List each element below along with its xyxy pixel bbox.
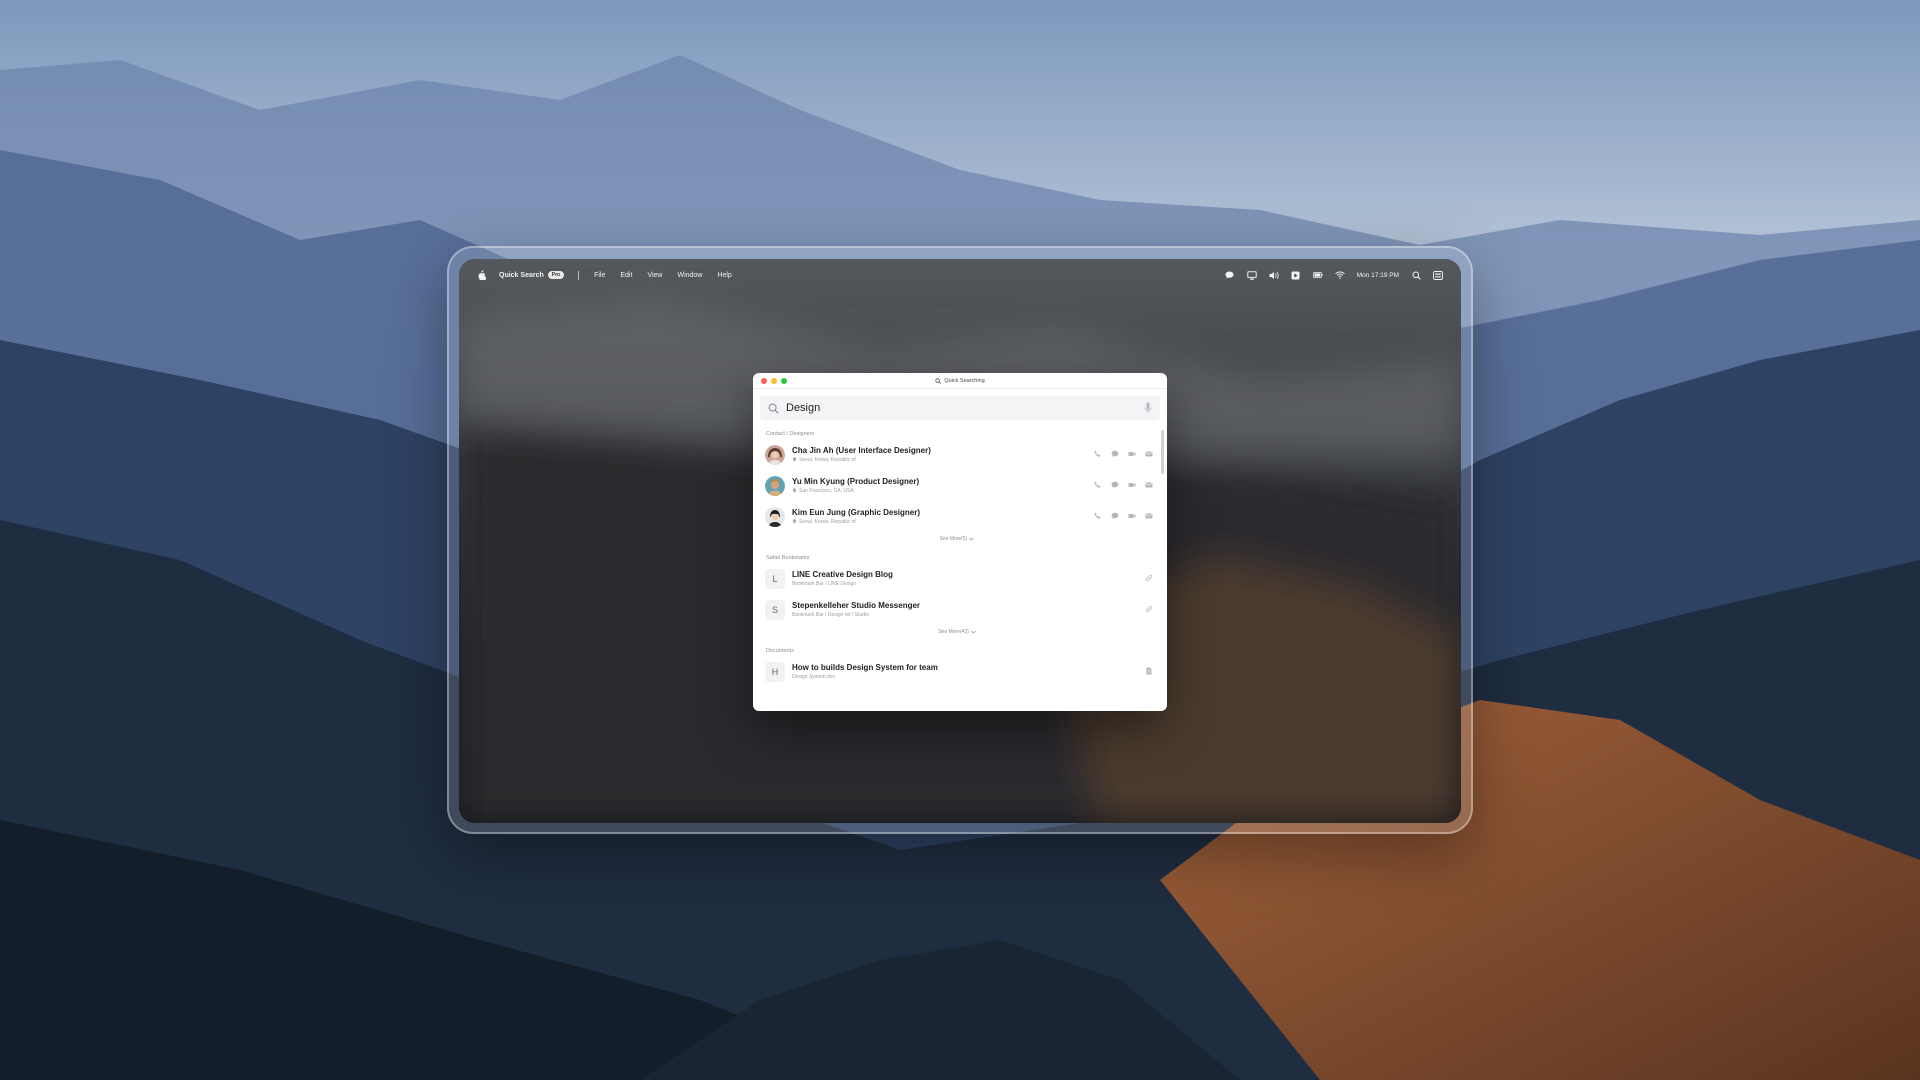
video-call-icon[interactable] (1128, 481, 1136, 489)
menu-edit[interactable]: Edit (620, 272, 632, 279)
search-input[interactable] (786, 402, 1126, 414)
search-bar (760, 396, 1160, 420)
window-title: Quick Searching (944, 377, 985, 384)
bookmark-letter-icon: S (765, 599, 785, 620)
chevron-down-icon (971, 630, 976, 634)
control-center-icon[interactable] (1433, 270, 1443, 280)
close-window-button[interactable] (761, 378, 767, 384)
see-more-contacts-button[interactable]: See More(5) (753, 534, 1161, 544)
status-area: Mon 17:19 PM (1213, 270, 1443, 280)
contact-location-text: San Francisco, CA, USA (799, 487, 854, 494)
chevron-down-icon (969, 537, 975, 541)
bookmark-text: LINE Creative Design Blog Bookmark Bar /… (792, 570, 893, 588)
phone-icon[interactable] (1094, 450, 1102, 458)
bookmark-row[interactable]: L LINE Creative Design Blog Bookmark Bar… (753, 563, 1161, 594)
results-list[interactable]: Contact / Designers Cha Jin Ah (User Int… (753, 420, 1167, 707)
menu-window[interactable]: Window (677, 272, 702, 279)
results-scrollbar[interactable] (1161, 430, 1164, 474)
link-icon[interactable] (1145, 574, 1153, 582)
play-icon[interactable] (1291, 270, 1301, 280)
section-label-documents: Documents (766, 648, 794, 654)
message-icon[interactable] (1111, 481, 1119, 489)
document-title: How to builds Design System for team (792, 662, 938, 672)
contact-actions (1094, 481, 1153, 489)
contact-text: Cha Jin Ah (User Interface Designer) Seo… (792, 446, 931, 464)
message-icon[interactable] (1111, 450, 1119, 458)
see-more-bookmarks-label: See More(43) (938, 629, 969, 635)
quick-search-window: Quick Searching Contact / Designers Cha … (753, 373, 1167, 711)
contact-text: Yu Min Kyung (Product Designer) San Fran… (792, 477, 919, 495)
contact-actions (1094, 512, 1153, 520)
minimize-window-button[interactable] (771, 378, 777, 384)
microphone-icon[interactable] (1144, 402, 1152, 414)
link-icon[interactable] (1145, 605, 1153, 613)
avatar (765, 444, 785, 465)
spotlight-icon[interactable] (1411, 270, 1421, 280)
display-icon[interactable] (1247, 270, 1257, 280)
bookmark-title: LINE Creative Design Blog (792, 569, 893, 579)
contact-text: Kim Eun Jung (Graphic Designer) Seoul, K… (792, 508, 920, 526)
phone-icon[interactable] (1094, 481, 1102, 489)
phone-icon[interactable] (1094, 512, 1102, 520)
bookmark-row[interactable]: S Stepenkelleher Studio Messenger Bookma… (753, 594, 1161, 625)
battery-icon[interactable] (1312, 270, 1323, 280)
location-pin-icon (792, 488, 797, 493)
section-label-contacts: Contact / Designers (766, 431, 815, 437)
volume-icon[interactable] (1269, 270, 1279, 280)
contact-location-text: Seoul, Korea, Republic of (799, 456, 856, 463)
contact-name: Cha Jin Ah (User Interface Designer) (792, 445, 931, 455)
video-call-icon[interactable] (1128, 450, 1136, 458)
contact-location: Seoul, Korea, Republic of (792, 518, 920, 526)
avatar (765, 475, 785, 496)
bookmark-letter-icon: L (765, 568, 785, 589)
message-icon[interactable] (1111, 512, 1119, 520)
window-titlebar[interactable]: Quick Searching (753, 373, 1167, 389)
menu-help[interactable]: Help (717, 272, 731, 279)
document-text: How to builds Design System for team Des… (792, 663, 938, 681)
menu-file[interactable]: File (594, 272, 605, 279)
contact-location: Seoul, Korea, Republic of (792, 456, 931, 464)
document-path: Design System.doc (792, 673, 836, 680)
mail-icon[interactable] (1145, 450, 1153, 458)
contact-name: Yu Min Kyung (Product Designer) (792, 476, 920, 486)
menu-bar: Quick Search Pro File Edit View Window H… (459, 259, 1461, 291)
apple-menu-icon[interactable] (477, 270, 486, 280)
messages-icon[interactable] (1225, 270, 1235, 280)
bookmark-text: Stepenkelleher Studio Messenger Bookmark… (792, 601, 920, 619)
mail-icon[interactable] (1145, 481, 1153, 489)
location-pin-icon (792, 519, 797, 524)
zoom-window-button[interactable] (781, 378, 787, 384)
see-more-bookmarks-button[interactable]: See More(43) (753, 627, 1161, 637)
document-icon[interactable] (1145, 667, 1153, 675)
see-more-contacts-label: See More(5) (939, 536, 968, 542)
video-call-icon[interactable] (1128, 512, 1136, 520)
search-icon (768, 403, 779, 414)
section-label-bookmarks: Safari Bookmarks (766, 555, 810, 561)
bookmark-path: Bookmark Bar / LINE Design (792, 580, 856, 587)
mail-icon[interactable] (1145, 512, 1153, 520)
contact-row[interactable]: Kim Eun Jung (Graphic Designer) Seoul, K… (753, 501, 1161, 532)
bookmark-title: Stepenkelleher Studio Messenger (792, 600, 921, 610)
contact-location-text: Seoul, Korea, Republic of (799, 518, 856, 525)
pro-badge: Pro (547, 271, 565, 279)
menu-view[interactable]: View (647, 272, 662, 279)
window-controls (761, 378, 787, 384)
avatar (765, 506, 785, 527)
search-title-icon (935, 377, 942, 384)
menu-separator (578, 270, 580, 280)
location-pin-icon (792, 457, 797, 462)
contact-actions (1094, 450, 1153, 458)
wifi-icon[interactable] (1334, 270, 1345, 280)
contact-row[interactable]: Yu Min Kyung (Product Designer) San Fran… (753, 470, 1161, 501)
document-row[interactable]: H How to builds Design System for team D… (753, 656, 1161, 687)
contact-name: Kim Eun Jung (Graphic Designer) (792, 507, 921, 517)
contact-row[interactable]: Cha Jin Ah (User Interface Designer) Seo… (753, 439, 1161, 470)
contact-location: San Francisco, CA, USA (792, 487, 919, 495)
document-letter-icon: H (765, 661, 785, 682)
menu-clock[interactable]: Mon 17:19 PM (1357, 272, 1399, 279)
bookmark-path: Bookmark Bar / Design ref / Studio (792, 611, 869, 618)
app-name-menu[interactable]: Quick Search (499, 272, 544, 279)
